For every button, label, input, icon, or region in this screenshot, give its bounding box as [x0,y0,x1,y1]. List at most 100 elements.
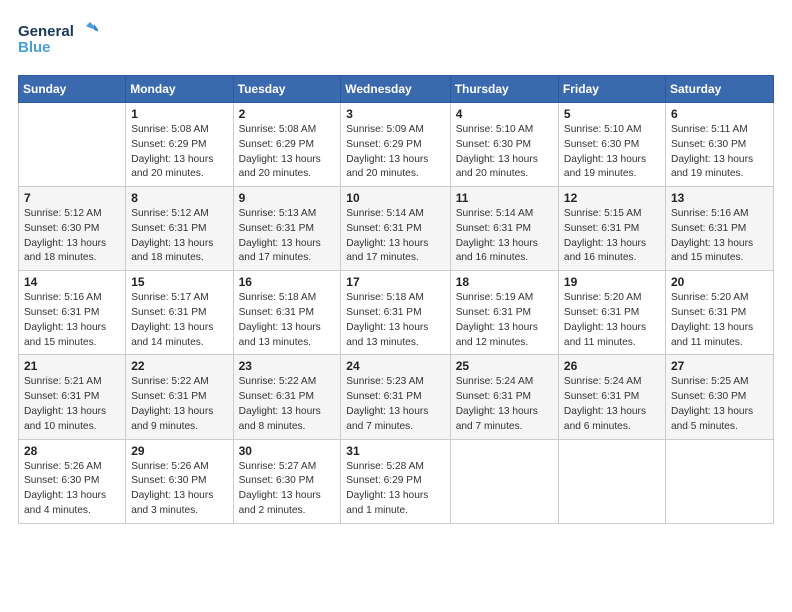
header-saturday: Saturday [665,76,773,103]
day-info: Sunrise: 5:12 AMSunset: 6:31 PMDaylight:… [131,207,227,266]
day-number: 17 [346,275,444,289]
calendar-cell: 30 Sunrise: 5:27 AMSunset: 6:30 PMDayligh… [233,439,341,523]
header-friday: Friday [558,76,665,103]
day-info: Sunrise: 5:17 AMSunset: 6:31 PMDaylight:… [131,291,227,350]
calendar-cell: 31 Sunrise: 5:28 AMSunset: 6:29 PMDayligh… [341,439,450,523]
header-sunday: Sunday [19,76,126,103]
day-number: 21 [24,359,120,373]
header-wednesday: Wednesday [341,76,450,103]
calendar-cell: 9 Sunrise: 5:13 AMSunset: 6:31 PMDaylight… [233,187,341,271]
logo-svg: General Blue [18,18,98,65]
week-row-1: 1 Sunrise: 5:08 AMSunset: 6:29 PMDaylight… [19,103,774,187]
calendar-cell: 10Sunrise: 5:14 AMSunset: 6:31 PMDayligh… [341,187,450,271]
day-number: 4 [456,107,553,121]
day-info: Sunrise: 5:08 AMSunset: 6:29 PMDaylight:… [239,123,336,182]
day-info: Sunrise: 5:23 AMSunset: 6:31 PMDaylight:… [346,375,444,434]
calendar-cell: 22Sunrise: 5:22 AMSunset: 6:31 PMDayligh… [126,355,233,439]
day-number: 29 [131,444,227,458]
calendar-cell: 12 Sunrise: 5:15 AMSunset: 6:31 PMDayligh… [558,187,665,271]
day-info: Sunrise: 5:16 AMSunset: 6:31 PMDaylight:… [671,207,768,266]
day-number: 7 [24,191,120,205]
day-number: 22 [131,359,227,373]
day-number: 14 [24,275,120,289]
header-thursday: Thursday [450,76,558,103]
day-info: Sunrise: 5:28 AMSunset: 6:29 PMDaylight:… [346,460,444,519]
day-info: Sunrise: 5:09 AMSunset: 6:29 PMDaylight:… [346,123,444,182]
day-info: Sunrise: 5:16 AMSunset: 6:31 PMDaylight:… [24,291,120,350]
day-number: 30 [239,444,336,458]
calendar-cell: 8 Sunrise: 5:12 AMSunset: 6:31 PMDaylight… [126,187,233,271]
day-number: 27 [671,359,768,373]
header: General Blue [18,18,774,65]
day-info: Sunrise: 5:14 AMSunset: 6:31 PMDaylight:… [456,207,553,266]
day-info: Sunrise: 5:14 AMSunset: 6:31 PMDaylight:… [346,207,444,266]
week-row-5: 28 Sunrise: 5:26 AMSunset: 6:30 PMDayligh… [19,439,774,523]
week-row-2: 7 Sunrise: 5:12 AMSunset: 6:30 PMDaylight… [19,187,774,271]
day-number: 1 [131,107,227,121]
calendar-cell: 26Sunrise: 5:24 AMSunset: 6:31 PMDayligh… [558,355,665,439]
calendar-cell: 1 Sunrise: 5:08 AMSunset: 6:29 PMDaylight… [126,103,233,187]
day-number: 15 [131,275,227,289]
day-info: Sunrise: 5:18 AMSunset: 6:31 PMDaylight:… [239,291,336,350]
week-row-3: 14 Sunrise: 5:16 AMSunset: 6:31 PMDayligh… [19,271,774,355]
day-info: Sunrise: 5:27 AMSunset: 6:30 PMDaylight:… [239,460,336,519]
calendar-cell [558,439,665,523]
calendar-cell: 28Sunrise: 5:26 AMSunset: 6:30 PMDayligh… [19,439,126,523]
day-number: 16 [239,275,336,289]
day-number: 31 [346,444,444,458]
calendar-cell: 2 Sunrise: 5:08 AMSunset: 6:29 PMDaylight… [233,103,341,187]
day-info: Sunrise: 5:24 AMSunset: 6:31 PMDaylight:… [456,375,553,434]
calendar-cell [665,439,773,523]
day-number: 18 [456,275,553,289]
svg-text:Blue: Blue [18,39,51,56]
calendar-cell: 27 Sunrise: 5:25 AMSunset: 6:30 PMDayligh… [665,355,773,439]
day-number: 8 [131,191,227,205]
calendar-cell: 7 Sunrise: 5:12 AMSunset: 6:30 PMDaylight… [19,187,126,271]
calendar-cell: 20 Sunrise: 5:20 AMSunset: 6:31 PMDayligh… [665,271,773,355]
day-info: Sunrise: 5:10 AMSunset: 6:30 PMDaylight:… [564,123,660,182]
day-info: Sunrise: 5:15 AMSunset: 6:31 PMDaylight:… [564,207,660,266]
calendar-cell: 29 Sunrise: 5:26 AMSunset: 6:30 PMDayligh… [126,439,233,523]
day-info: Sunrise: 5:26 AMSunset: 6:30 PMDaylight:… [131,460,227,519]
day-number: 9 [239,191,336,205]
calendar-cell: 4 Sunrise: 5:10 AMSunset: 6:30 PMDaylight… [450,103,558,187]
day-number: 19 [564,275,660,289]
day-info: Sunrise: 5:25 AMSunset: 6:30 PMDaylight:… [671,375,768,434]
day-number: 23 [239,359,336,373]
day-info: Sunrise: 5:20 AMSunset: 6:31 PMDaylight:… [671,291,768,350]
header-tuesday: Tuesday [233,76,341,103]
day-info: Sunrise: 5:08 AMSunset: 6:29 PMDaylight:… [131,123,227,182]
calendar-cell: 18 Sunrise: 5:19 AMSunset: 6:31 PMDayligh… [450,271,558,355]
calendar-cell: 19Sunrise: 5:20 AMSunset: 6:31 PMDayligh… [558,271,665,355]
calendar-cell: 14 Sunrise: 5:16 AMSunset: 6:31 PMDayligh… [19,271,126,355]
calendar-cell: 11 Sunrise: 5:14 AMSunset: 6:31 PMDayligh… [450,187,558,271]
day-info: Sunrise: 5:12 AMSunset: 6:30 PMDaylight:… [24,207,120,266]
calendar-table: SundayMondayTuesdayWednesdayThursdayFrid… [18,75,774,524]
day-number: 24 [346,359,444,373]
calendar-cell: 15 Sunrise: 5:17 AMSunset: 6:31 PMDayligh… [126,271,233,355]
day-number: 11 [456,191,553,205]
day-number: 5 [564,107,660,121]
day-number: 28 [24,444,120,458]
header-monday: Monday [126,76,233,103]
day-number: 3 [346,107,444,121]
day-info: Sunrise: 5:19 AMSunset: 6:31 PMDaylight:… [456,291,553,350]
day-info: Sunrise: 5:24 AMSunset: 6:31 PMDaylight:… [564,375,660,434]
calendar-header-row: SundayMondayTuesdayWednesdayThursdayFrid… [19,76,774,103]
day-number: 20 [671,275,768,289]
calendar-cell: 21Sunrise: 5:21 AMSunset: 6:31 PMDayligh… [19,355,126,439]
calendar-cell: 6Sunrise: 5:11 AMSunset: 6:30 PMDaylight… [665,103,773,187]
calendar-cell: 24 Sunrise: 5:23 AMSunset: 6:31 PMDayligh… [341,355,450,439]
page: General Blue SundayMondayTuesdayWednesda… [0,0,792,612]
calendar-cell: 3 Sunrise: 5:09 AMSunset: 6:29 PMDaylight… [341,103,450,187]
calendar-cell: 17 Sunrise: 5:18 AMSunset: 6:31 PMDayligh… [341,271,450,355]
day-number: 2 [239,107,336,121]
day-number: 12 [564,191,660,205]
day-info: Sunrise: 5:13 AMSunset: 6:31 PMDaylight:… [239,207,336,266]
svg-text:General: General [18,23,74,40]
calendar-cell [19,103,126,187]
day-info: Sunrise: 5:18 AMSunset: 6:31 PMDaylight:… [346,291,444,350]
calendar-cell: 13Sunrise: 5:16 AMSunset: 6:31 PMDayligh… [665,187,773,271]
day-info: Sunrise: 5:10 AMSunset: 6:30 PMDaylight:… [456,123,553,182]
day-info: Sunrise: 5:11 AMSunset: 6:30 PMDaylight:… [671,123,768,182]
